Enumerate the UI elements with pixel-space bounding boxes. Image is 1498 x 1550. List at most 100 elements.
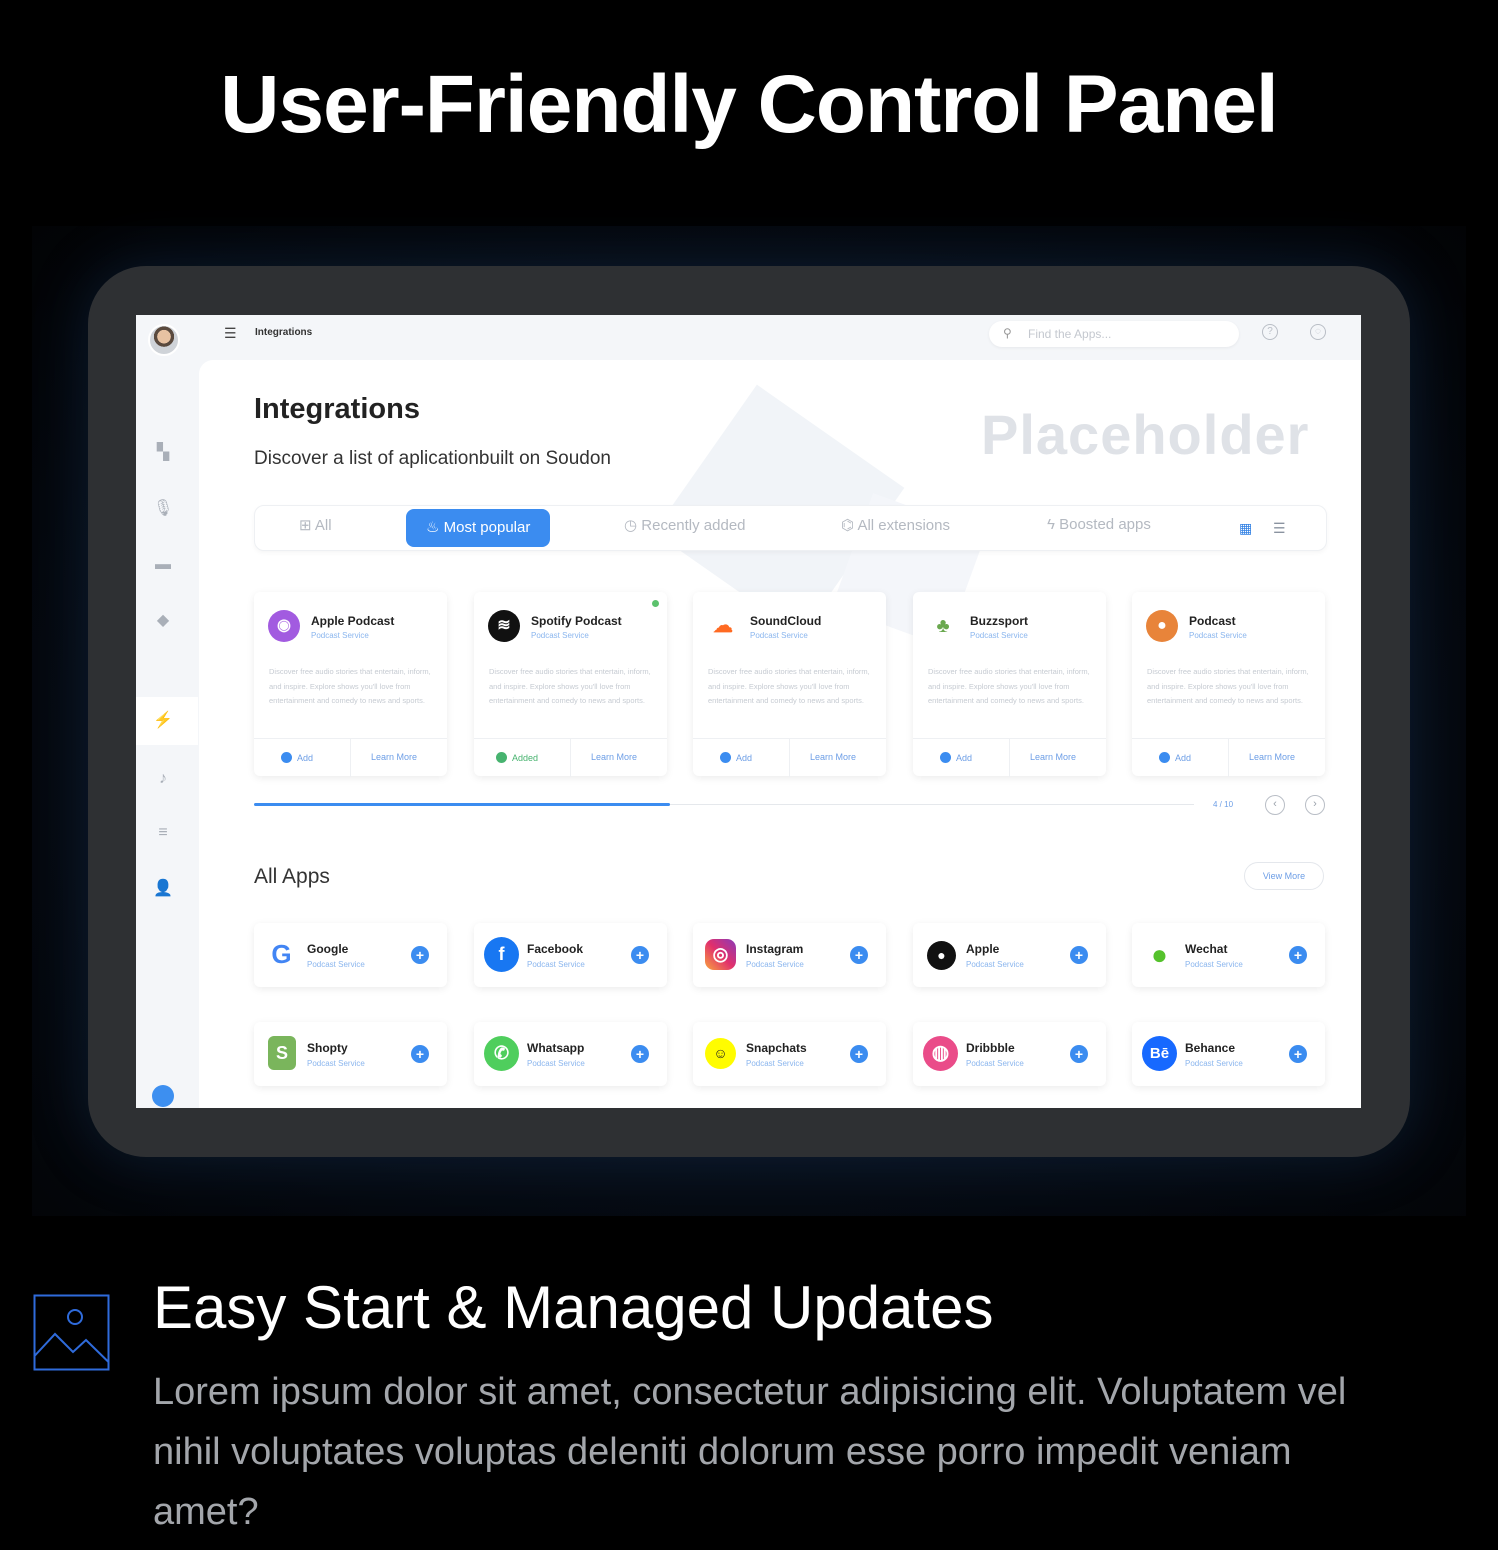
app-subtitle: Podcast Service bbox=[966, 1059, 1024, 1068]
app-tile-dribbble[interactable]: ◍ Dribbble Podcast Service + bbox=[913, 1022, 1106, 1086]
learn-more-link[interactable]: Learn More bbox=[810, 752, 856, 762]
view-more-button[interactable]: View More bbox=[1244, 862, 1324, 890]
grid-view-icon[interactable]: ▦ bbox=[1239, 520, 1252, 537]
list-view-icon[interactable]: ☰ bbox=[1273, 520, 1286, 537]
flame-icon: ♨ bbox=[426, 519, 444, 536]
soundcloud-icon: ☁ bbox=[707, 610, 739, 642]
add-app-button[interactable]: + bbox=[411, 1045, 429, 1063]
app-name: Snapchats bbox=[746, 1041, 807, 1055]
grid-icon: ⊞ bbox=[299, 517, 315, 534]
carousel-page-count: 4 / 10 bbox=[1213, 800, 1234, 809]
learn-more-link[interactable]: Learn More bbox=[371, 752, 417, 762]
integrations-bolt-icon[interactable]: ⚡ bbox=[153, 711, 173, 731]
whatsapp-icon: ✆ bbox=[484, 1036, 519, 1071]
dashboard-icon[interactable]: ▚ bbox=[153, 443, 173, 463]
popular-card[interactable]: ☁ SoundCloud Podcast Service Discover fr… bbox=[693, 592, 886, 777]
card-name: Buzzsport bbox=[970, 614, 1028, 628]
previous-arrow-icon[interactable]: ‹ bbox=[1265, 795, 1285, 815]
user-icon[interactable]: 👤 bbox=[153, 879, 173, 899]
tab-most-popular[interactable]: ♨ Most popular bbox=[406, 509, 551, 547]
app-tile-shopty[interactable]: S Shopty Podcast Service + bbox=[254, 1022, 447, 1086]
add-app-button[interactable]: + bbox=[631, 946, 649, 964]
added-button[interactable]: Added bbox=[496, 752, 538, 763]
popular-card[interactable]: ◉ Apple Podcast Podcast Service Discover… bbox=[254, 592, 447, 777]
add-app-button[interactable]: + bbox=[1070, 1045, 1088, 1063]
app-tile-facebook[interactable]: f Facebook Podcast Service + bbox=[474, 923, 667, 987]
next-arrow-icon[interactable]: › bbox=[1305, 795, 1325, 815]
spotify-icon: ≋ bbox=[488, 610, 520, 642]
apple-icon: ● bbox=[927, 941, 956, 970]
search-icon: ⚲ bbox=[1003, 326, 1012, 340]
card-name: Apple Podcast bbox=[311, 614, 395, 628]
add-app-button[interactable]: + bbox=[1070, 946, 1088, 964]
add-button[interactable]: Add bbox=[940, 752, 972, 763]
add-app-button[interactable]: + bbox=[1289, 946, 1307, 964]
app-tile-behance[interactable]: Bē Behance Podcast Service + bbox=[1132, 1022, 1325, 1086]
app-tile-snapchats[interactable]: ☺ Snapchats Podcast Service + bbox=[693, 1022, 886, 1086]
add-button[interactable]: Add bbox=[281, 752, 313, 763]
help-icon[interactable]: ? bbox=[1262, 324, 1278, 340]
puzzle-icon: ⌬ bbox=[841, 517, 858, 534]
microphone-icon[interactable]: 🎙 bbox=[153, 499, 173, 519]
search-input[interactable]: Find the Apps... bbox=[1028, 327, 1111, 341]
filter-tabs: ⊞ All ♨ Most popular ◷ Recently added ⌬ … bbox=[254, 505, 1327, 551]
list-icon[interactable]: ≡ bbox=[153, 823, 173, 843]
facebook-icon: f bbox=[484, 937, 519, 972]
card-footer: Add Learn More bbox=[913, 738, 1106, 777]
app-tile-google[interactable]: G Google Podcast Service + bbox=[254, 923, 447, 987]
page-title: Integrations bbox=[254, 393, 420, 425]
add-app-button[interactable]: + bbox=[631, 1045, 649, 1063]
app-subtitle: Podcast Service bbox=[527, 960, 585, 969]
app-subtitle: Podcast Service bbox=[307, 1059, 365, 1068]
menu-collapse-icon[interactable]: ☰ bbox=[224, 325, 240, 341]
tab-all[interactable]: ⊞ All bbox=[299, 516, 332, 534]
globe-icon[interactable]: ◌ bbox=[1310, 324, 1326, 340]
add-app-button[interactable]: + bbox=[850, 1045, 868, 1063]
app-name: Dribbble bbox=[966, 1041, 1015, 1055]
app-name: Whatsapp bbox=[527, 1041, 585, 1055]
dribbble-icon: ◍ bbox=[923, 1036, 958, 1071]
popular-card[interactable]: ● Podcast Podcast Service Discover free … bbox=[1132, 592, 1325, 777]
divider bbox=[570, 739, 571, 777]
tab-all-extensions[interactable]: ⌬ All extensions bbox=[841, 516, 950, 534]
music-note-icon[interactable]: ♪ bbox=[153, 769, 173, 789]
search-box[interactable]: ⚲ Find the Apps... bbox=[989, 321, 1239, 347]
app-screen: ☰ Integrations ⚲ Find the Apps... ? ◌ ▚ … bbox=[136, 315, 1361, 1108]
assistant-icon[interactable] bbox=[152, 1085, 174, 1107]
app-tile-wechat[interactable]: ● Wechat Podcast Service + bbox=[1132, 923, 1325, 987]
app-subtitle: Podcast Service bbox=[1185, 1059, 1243, 1068]
add-app-button[interactable]: + bbox=[850, 946, 868, 964]
carousel-progress bbox=[254, 803, 670, 806]
card-name: SoundCloud bbox=[750, 614, 822, 628]
popular-card[interactable]: ≋ Spotify Podcast Podcast Service Discov… bbox=[474, 592, 667, 777]
page-subtitle: Discover a list of aplicationbuilt on So… bbox=[254, 448, 611, 469]
buzzsport-icon: ♣ bbox=[927, 610, 959, 642]
bolt-icon: ϟ bbox=[1047, 516, 1060, 533]
app-subtitle: Podcast Service bbox=[1185, 960, 1243, 969]
learn-more-link[interactable]: Learn More bbox=[1249, 752, 1295, 762]
inbox-icon[interactable]: ▬ bbox=[153, 555, 173, 575]
avatar[interactable] bbox=[148, 324, 180, 356]
popular-card[interactable]: ♣ Buzzsport Podcast Service Discover fre… bbox=[913, 592, 1106, 777]
add-app-button[interactable]: + bbox=[1289, 1045, 1307, 1063]
card-description: Discover free audio stories that enterta… bbox=[269, 667, 431, 705]
app-tile-instagram[interactable]: ◎ Instagram Podcast Service + bbox=[693, 923, 886, 987]
learn-more-link[interactable]: Learn More bbox=[591, 752, 637, 762]
snapchat-ghost-icon: ☺ bbox=[705, 1038, 736, 1069]
add-button[interactable]: Add bbox=[720, 752, 752, 763]
image-icon bbox=[33, 1294, 110, 1371]
learn-more-link[interactable]: Learn More bbox=[1030, 752, 1076, 762]
tab-boosted-apps[interactable]: ϟ Boosted apps bbox=[1047, 516, 1151, 533]
hero-title: User-Friendly Control Panel bbox=[220, 59, 1278, 150]
tab-recently-added[interactable]: ◷ Recently added bbox=[624, 516, 746, 534]
app-tile-whatsapp[interactable]: ✆ Whatsapp Podcast Service + bbox=[474, 1022, 667, 1086]
active-status-dot bbox=[652, 600, 659, 607]
app-tile-apple[interactable]: ● Apple Podcast Service + bbox=[913, 923, 1106, 987]
app-name: Facebook bbox=[527, 942, 584, 956]
card-name: Podcast bbox=[1189, 614, 1236, 628]
podcast-mic-icon: ● bbox=[1146, 610, 1178, 642]
app-subtitle: Podcast Service bbox=[527, 1059, 585, 1068]
add-button[interactable]: Add bbox=[1159, 752, 1191, 763]
add-app-button[interactable]: + bbox=[411, 946, 429, 964]
layers-icon[interactable]: ◆ bbox=[153, 611, 173, 631]
